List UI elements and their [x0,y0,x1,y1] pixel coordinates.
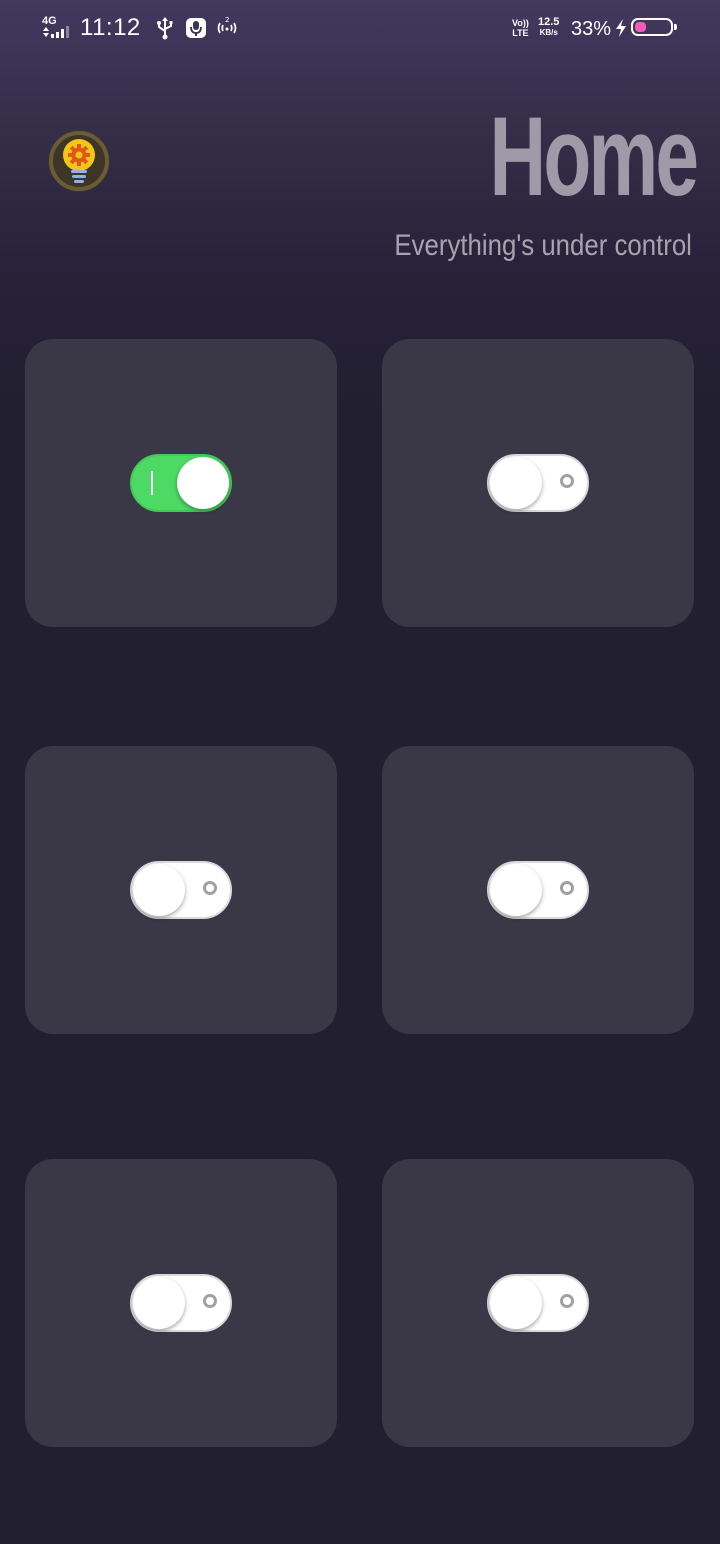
toggle-switch-4[interactable] [487,861,589,919]
battery-icon [631,18,673,36]
device-card-3 [25,746,337,1034]
status-bar: 4G 11:12 2 Vo)) LTE 12.5 KB/s 33% [0,0,720,58]
switch-knob[interactable] [490,457,542,509]
device-card-2 [382,339,694,627]
toggle-switch-1[interactable] [130,454,232,512]
volte-bottom: LTE [512,28,529,38]
speed-value: 12.5 [538,16,560,28]
page-title: Home [489,94,698,219]
switch-knob[interactable] [133,1277,185,1329]
toggle-switch-6[interactable] [487,1274,589,1332]
device-card-6 [382,1159,694,1447]
device-card-4 [382,746,694,1034]
switch-knob[interactable] [177,457,229,509]
page-subtitle: Everything's under control [394,229,692,262]
battery-tip [674,24,677,30]
speed-unit: KB/s [539,28,558,37]
toggle-switch-5[interactable] [130,1274,232,1332]
lightbulb-gear-icon[interactable] [46,128,112,194]
charging-bolt-icon [616,19,626,37]
clock: 11:12 [80,14,141,41]
toggle-switch-3[interactable] [130,861,232,919]
device-card-5 [25,1159,337,1447]
off-indicator-icon [560,881,574,895]
on-indicator-icon [151,471,153,495]
volte-indicator: Vo)) LTE [512,18,529,38]
battery-percent: 33% [571,18,612,40]
off-indicator-icon [560,1294,574,1308]
svg-text:2: 2 [225,16,229,24]
off-indicator-icon [560,474,574,488]
network-speed: 12.5 KB/s [538,16,560,38]
hotspot-icon: 2 [217,16,237,34]
switch-knob[interactable] [133,864,185,916]
signal-icon [43,26,69,38]
off-indicator-icon [203,881,217,895]
usb-icon [157,17,173,40]
microphone-icon [186,18,206,38]
off-indicator-icon [203,1294,217,1308]
battery-level [635,22,646,32]
switch-knob[interactable] [490,864,542,916]
device-card-1 [25,339,337,627]
switch-knob[interactable] [490,1277,542,1329]
volte-top: Vo)) [512,18,529,28]
toggle-switch-2[interactable] [487,454,589,512]
